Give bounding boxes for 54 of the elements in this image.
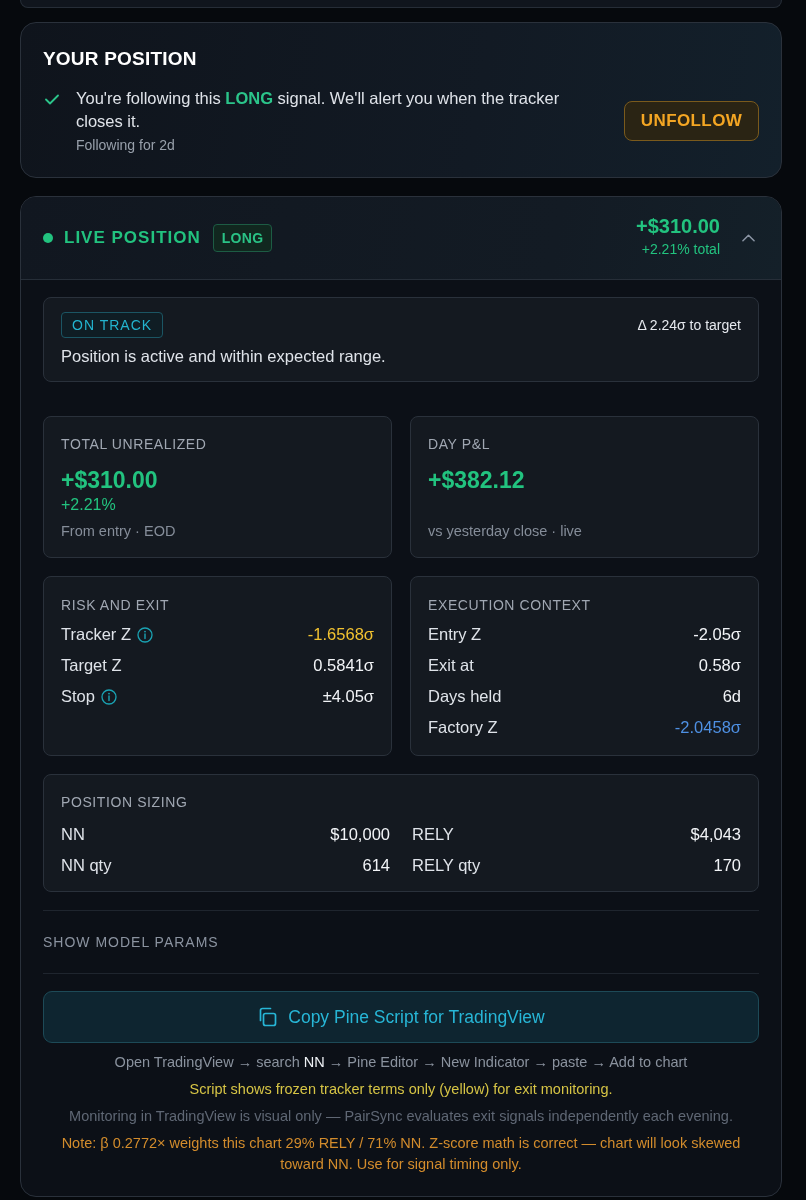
stat-label: Days held bbox=[428, 687, 502, 706]
stat-label: Target Z bbox=[61, 656, 122, 675]
help-note: Open TradingView → search NN → Pine Editor → New Indicator → paste → Add to chart bbox=[113, 1053, 689, 1072]
metric-value: +$310.00 bbox=[61, 466, 159, 494]
sizing-value: 614 bbox=[362, 856, 390, 875]
sizing-value: $4,043 bbox=[690, 825, 741, 844]
stat-value: 0.58σ bbox=[698, 656, 741, 675]
side-badge: LONG bbox=[212, 224, 273, 252]
stat-value: -2.05σ bbox=[693, 625, 741, 644]
target-distance: Δ 2.24σ to target bbox=[637, 317, 741, 333]
stat-label: Stop bbox=[61, 687, 95, 706]
info-icon[interactable] bbox=[100, 688, 117, 705]
info-icon[interactable] bbox=[137, 626, 153, 643]
stat-value: 0.5841σ bbox=[313, 656, 374, 675]
live-position-header[interactable]: LIVE POSITION LONG +$310.00 +2.21% total bbox=[21, 197, 781, 280]
stat-value: -2.0458σ bbox=[674, 718, 741, 737]
stat-value: ±4.05σ bbox=[322, 687, 374, 706]
metric-note: vs yesterday close · live bbox=[428, 522, 583, 540]
card-heading: POSITION SIZING bbox=[61, 793, 189, 811]
stat-label: Entry Z bbox=[428, 625, 482, 644]
status-badge: ON TRACK bbox=[61, 312, 164, 338]
pnl-total: +2.21% total bbox=[641, 240, 720, 258]
stat-value: -1.6568σ bbox=[307, 625, 374, 644]
sizing-label: RELY qty bbox=[412, 856, 481, 875]
copy-pine-script-button[interactable]: Copy Pine Script for TradingView bbox=[43, 991, 759, 1043]
metric-label: TOTAL UNREALIZED bbox=[61, 435, 208, 453]
card-heading: RISK AND EXIT bbox=[61, 596, 171, 614]
metric-value: +$382.12 bbox=[428, 466, 526, 494]
sizing-value: 170 bbox=[713, 856, 741, 875]
sizing-label: NN qty bbox=[61, 856, 112, 875]
live-position-title: LIVE POSITION bbox=[64, 228, 201, 248]
help-note: Note: β 0.2772× weights this chart 29% RELY / 71% NN. Z-score math is correct — chart will look skewed toward NN. Use for signal timing only. bbox=[60, 1134, 742, 1174]
metric-label: DAY P&L bbox=[428, 435, 492, 453]
metric-note: From entry · EOD bbox=[61, 522, 177, 540]
sizing-label: NN bbox=[61, 825, 85, 844]
following-duration: Following for 2d bbox=[76, 136, 176, 154]
stat-label: Factory Z bbox=[428, 718, 498, 737]
copy-icon bbox=[257, 1007, 278, 1027]
help-note: Monitoring in TradingView is visual only — PairSync evaluates exit signals independently each evening. bbox=[68, 1107, 734, 1126]
show-model-params-toggle[interactable]: SHOW MODEL PARAMS bbox=[43, 934, 219, 950]
card-title: YOUR POSITION bbox=[43, 47, 198, 71]
status-message: Position is active and within expected range. bbox=[61, 346, 387, 367]
stat-label: Tracker Z bbox=[61, 625, 131, 644]
chevron-icon[interactable] bbox=[742, 234, 755, 242]
stat-label: Exit at bbox=[428, 656, 474, 675]
card-heading: EXECUTION CONTEXT bbox=[428, 596, 592, 614]
stat-value: 6d bbox=[722, 687, 741, 706]
follow-message: You're following this LONG signal. We'll alert you when the tracker closes it. bbox=[76, 88, 561, 132]
help-note: Script shows frozen tracker terms only (yellow) for exit monitoring. bbox=[188, 1080, 614, 1099]
metric-change: +2.21% bbox=[61, 495, 117, 515]
sizing-label: RELY bbox=[412, 825, 454, 844]
sizing-value: $10,000 bbox=[330, 825, 390, 844]
unfollow-button[interactable]: UNFOLLOW bbox=[624, 100, 759, 141]
pnl-value: +$310.00 bbox=[636, 214, 720, 238]
